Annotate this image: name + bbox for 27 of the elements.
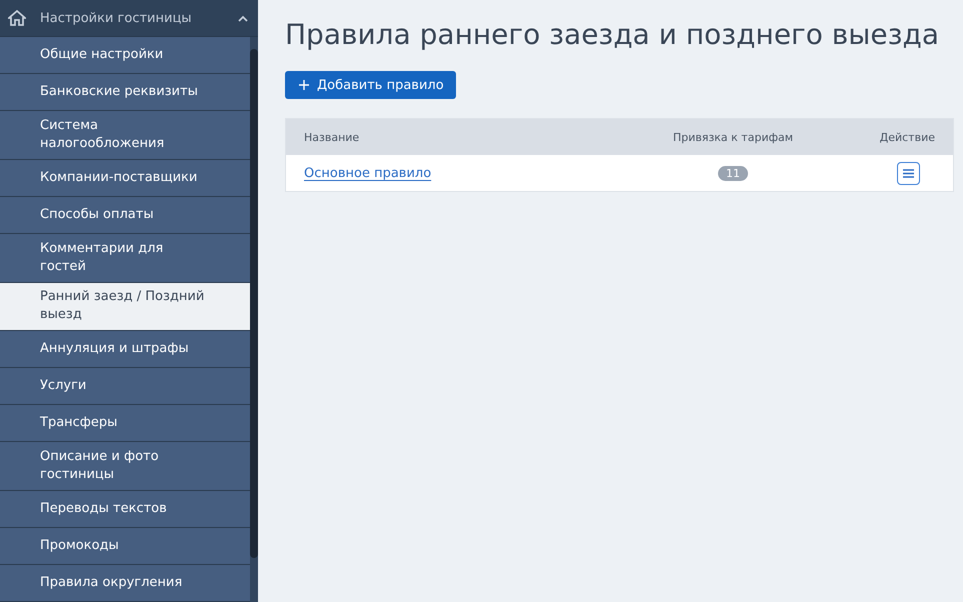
sidebar-item[interactable]: Способы оплаты — [0, 196, 250, 234]
sidebar-item[interactable]: Услуги — [0, 368, 250, 406]
plus-icon — [299, 80, 309, 90]
page-title: Правила раннего заезда и позднего выезда — [285, 18, 940, 51]
menu-icon — [903, 168, 914, 178]
sidebar-item[interactable]: Правила округления — [0, 565, 250, 602]
section-title: Настройки гостиницы — [40, 10, 193, 26]
tariff-count-badge: 11 — [718, 166, 748, 180]
sidebar-item[interactable]: Трансферы — [0, 405, 250, 442]
column-header: Действие — [878, 130, 936, 144]
sidebar-item[interactable]: Комментарии для гостей — [0, 234, 250, 282]
sidebar-item[interactable]: Описание и фото гостиницы — [0, 442, 250, 491]
sidebar-item[interactable]: Система налогообложения — [0, 111, 250, 160]
column-header: Название — [303, 130, 360, 144]
sidebar-item[interactable]: Промокоды — [0, 528, 250, 565]
sidebar-item[interactable]: Общие настройки — [0, 37, 250, 74]
home-icon — [8, 10, 26, 26]
sidebar-item[interactable]: Аннуляция и штрафы — [0, 331, 250, 368]
sidebar-item[interactable]: Компании-поставщики — [0, 160, 250, 197]
scrollbar[interactable] — [250, 37, 258, 602]
sidebar-item[interactable]: Ранний заезд / Поздний выезд — [0, 282, 250, 332]
sidebar-item[interactable]: Переводы текстов — [0, 491, 250, 528]
rule-link[interactable]: Основное правило — [304, 166, 432, 180]
column-header: Привязка к тарифам — [672, 130, 794, 144]
menu-button[interactable] — [897, 162, 920, 184]
add-rule-button[interactable]: Добавить правило — [285, 71, 456, 99]
sidebar-item[interactable]: Банковские реквизиты — [0, 74, 250, 111]
